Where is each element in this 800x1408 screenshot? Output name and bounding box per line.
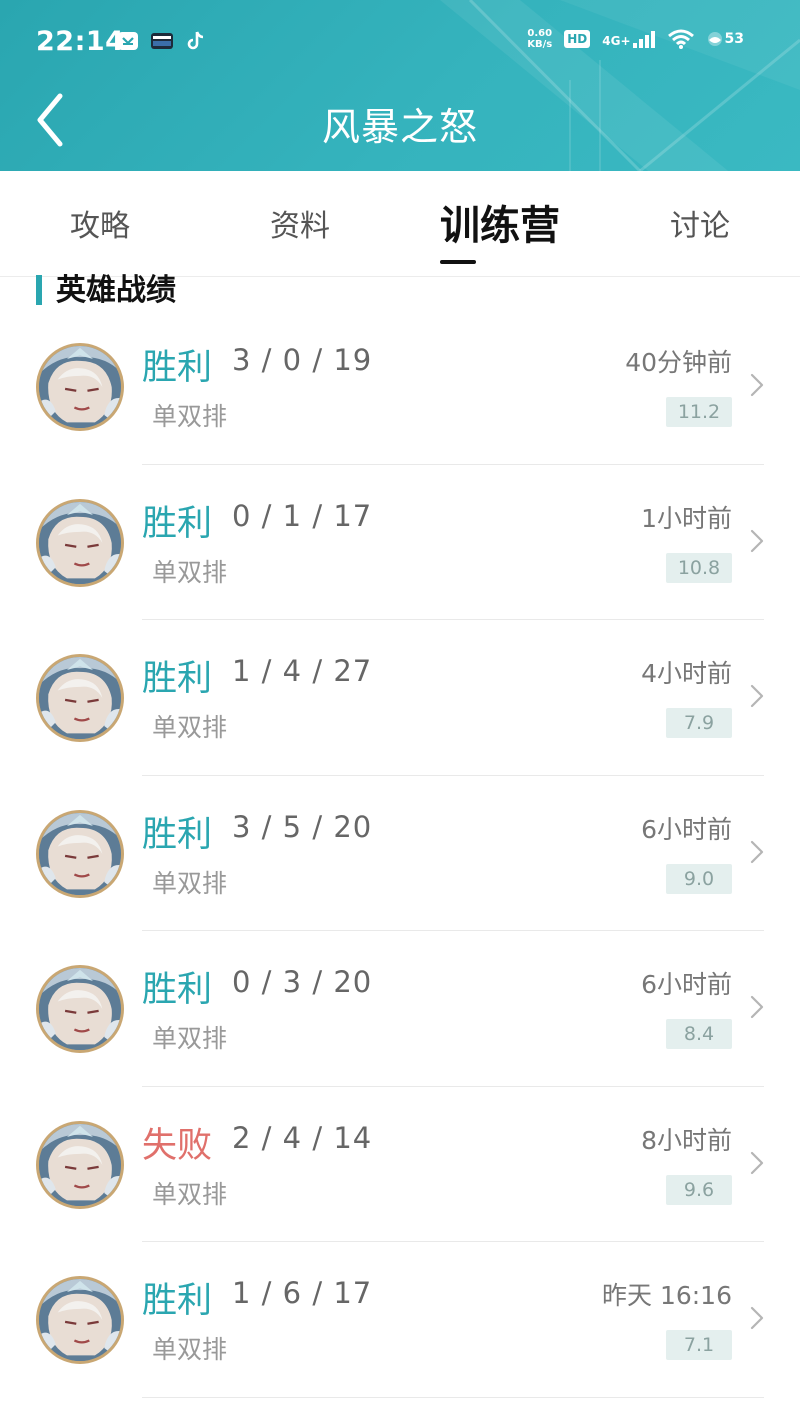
match-score-badge: 11.2 [666,397,732,427]
match-row[interactable]: 胜利 1 / 4 / 27 单双排 4小时前 7.9 [0,620,800,776]
wifi-icon [667,29,694,49]
match-kda: 1 / 6 / 17 [232,1276,373,1310]
match-mode: 单双排 [152,557,228,587]
match-time: 8小时前 [641,1125,732,1155]
match-kda: 1 / 4 / 27 [232,654,373,688]
match-score-badge: 8.4 [666,1019,732,1049]
chevron-right-icon [750,684,764,708]
battery-level: 53 [724,31,744,47]
match-time: 6小时前 [641,814,732,844]
chevron-right-icon [750,529,764,552]
tab-discussion[interactable]: 讨论 [600,201,800,245]
tab-training-camp[interactable]: 训练营 [400,193,600,251]
match-kda: 3 / 0 / 19 [232,343,373,377]
match-row[interactable]: 胜利 1 / 6 / 17 单双排 昨天 16:16 7.1 [0,1242,800,1398]
hd-badge: HD [564,30,591,48]
match-row[interactable]: 失败 2 / 4 / 14 单双排 8小时前 9.6 [0,1087,800,1242]
chevron-right-icon [750,373,764,397]
hero-avatar [36,1276,124,1364]
hero-avatar [36,809,124,898]
hero-avatar [36,1120,124,1209]
match-kda: 0 / 3 / 20 [232,965,373,999]
match-time: 1小时前 [641,503,732,533]
tab-strategy[interactable]: 攻略 [0,201,200,245]
match-result: 胜利 [142,503,213,544]
match-score-badge: 7.9 [666,708,732,738]
chevron-right-icon [750,1306,764,1330]
match-time: 昨天 16:16 [602,1281,732,1310]
match-score-badge: 7.1 [666,1330,732,1360]
match-mode: 单双排 [152,1024,228,1053]
match-result: 失败 [142,1125,213,1166]
match-mode: 单双排 [152,868,228,898]
battery-icon [707,32,722,46]
section-accent-bar [36,275,42,305]
news-app-icon [151,33,173,49]
match-kda: 3 / 5 / 20 [232,809,373,844]
hero-avatar [36,965,124,1053]
match-row[interactable]: 胜利 3 / 0 / 19 单双排 40分钟前 11.2 [0,309,800,465]
tab-bar: 攻略 资料 训练营 讨论 [0,171,800,277]
match-mode: 单双排 [152,713,228,742]
match-mode: 单双排 [152,1179,228,1209]
net-speed-value: 0.60 [527,28,553,39]
match-result: 胜利 [142,814,213,855]
status-bar: 22:14 0.60 KB/s HD 4G+ 53 [0,0,800,84]
match-score-badge: 10.8 [666,552,732,583]
chevron-right-icon [750,1151,764,1174]
match-mode: 单双排 [152,402,228,431]
net-speed: 0.60 KB/s [527,28,552,50]
status-indicators: 0.60 KB/s HD 4G+ 53 [527,28,744,50]
match-kda: 2 / 4 / 14 [232,1120,373,1155]
battery-indicator: 53 [707,31,744,47]
page-title: 风暴之怒 [321,105,478,149]
cellular-signal: 4G+ [602,30,655,48]
tiktok-icon [187,31,204,50]
match-row[interactable]: 胜利 0 / 1 / 17 单双排 1小时前 10.8 [0,465,800,620]
match-result: 胜利 [142,970,213,1010]
section-header: 英雄战绩 [36,272,176,308]
match-score-badge: 9.6 [666,1174,732,1205]
status-app-icons [116,29,208,53]
match-time: 4小时前 [641,659,732,688]
signal-bars-icon [632,31,655,48]
match-row[interactable]: 胜利 0 / 3 / 20 单双排 6小时前 8.4 [0,931,800,1087]
match-mode: 单双排 [152,1335,228,1364]
match-score-badge: 9.0 [666,863,732,894]
app-header: 22:14 0.60 KB/s HD 4G+ 53 风暴之怒 [0,0,800,171]
match-list: 胜利 3 / 0 / 19 单双排 40分钟前 11.2 胜利 0 / 1 / … [0,309,800,1398]
signal-type-label: 4G+ [602,34,631,48]
match-row[interactable]: 胜利 3 / 5 / 20 单双排 6小时前 9.0 [0,776,800,931]
chevron-right-icon [750,840,764,863]
match-result: 胜利 [142,659,213,699]
photo-app-icon [118,32,138,50]
tab-info[interactable]: 资料 [200,201,400,245]
row-divider [142,1396,764,1398]
match-time: 40分钟前 [625,348,732,377]
status-time: 22:14 [36,26,125,57]
hero-avatar [36,654,124,742]
match-kda: 0 / 1 / 17 [232,498,373,533]
chevron-right-icon [750,995,764,1019]
hero-avatar [36,498,124,587]
match-result: 胜利 [142,348,213,388]
net-speed-unit: KB/s [527,39,553,50]
hero-avatar [36,343,124,431]
match-result: 胜利 [142,1281,213,1321]
match-time: 6小时前 [641,970,732,999]
section-title: 英雄战绩 [56,273,176,308]
active-tab-indicator [440,260,476,264]
